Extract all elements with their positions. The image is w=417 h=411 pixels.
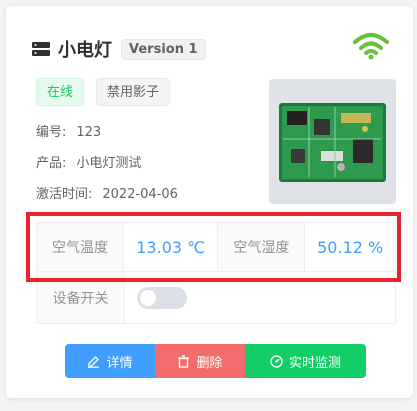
delete-button-label: 删除 [196, 355, 223, 371]
card-header: 小电灯 Version 1 [32, 36, 206, 62]
edit-icon [88, 355, 100, 368]
field-label: 编号: [36, 125, 67, 140]
device-image [269, 79, 396, 204]
server-icon [32, 42, 50, 56]
detail-button-label: 详情 [106, 355, 133, 371]
highlight-box [26, 212, 401, 282]
field-value: 小电灯测试 [76, 156, 142, 171]
shadow-badge: 禁用影子 [96, 78, 171, 106]
action-buttons: 详情 删除 实时监测 [65, 344, 366, 378]
field-label: 激活时间: [36, 187, 93, 202]
gauge-icon [270, 354, 283, 368]
monitor-button[interactable]: 实时监测 [245, 344, 366, 378]
field-value: 123 [76, 125, 102, 140]
field-product: 产品: 小电灯测试 [36, 152, 141, 171]
tag-row: 在线 禁用影子 [36, 78, 171, 106]
device-power-toggle[interactable] [137, 287, 187, 309]
device-card: 小电灯 Version 1 在线 禁用影子 编号: 123 产品: 小电灯测试 激活… [6, 6, 413, 398]
detail-button[interactable]: 详情 [65, 344, 155, 378]
field-value: 2022-04-06 [102, 187, 178, 202]
device-name: 小电灯 [58, 40, 112, 61]
status-badge: 在线 [36, 78, 85, 106]
field-label: 产品: [36, 156, 67, 171]
trash-icon [178, 354, 190, 368]
wifi-icon [353, 33, 389, 60]
field-serial: 编号: 123 [36, 121, 101, 140]
delete-button[interactable]: 删除 [155, 344, 245, 378]
monitor-button-label: 实时监测 [288, 355, 341, 371]
version-badge: Version 1 [121, 38, 206, 60]
field-activation: 激活时间: 2022-04-06 [36, 183, 178, 202]
toggle-knob [140, 290, 156, 306]
